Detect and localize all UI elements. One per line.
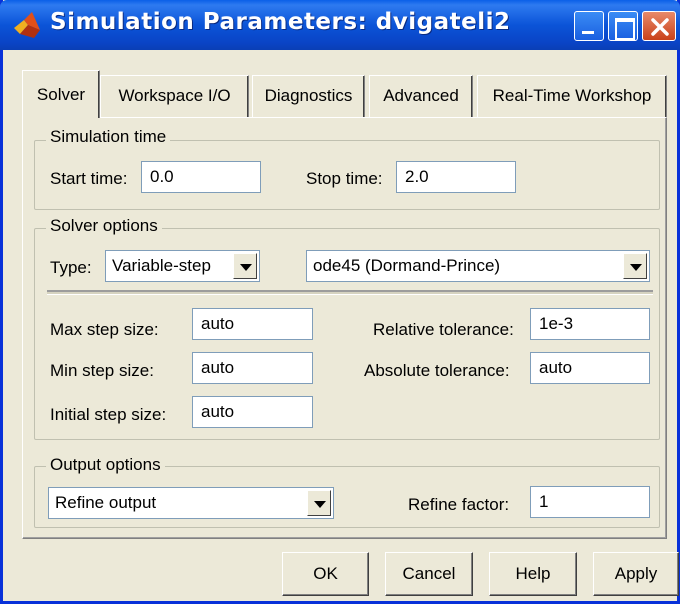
solver-value: ode45 (Dormand-Prince) [313, 256, 501, 275]
dialog-window: Simulation Parameters: dvigateli2 Solver… [0, 0, 680, 604]
minimize-icon[interactable] [574, 11, 604, 41]
title-bar[interactable]: Simulation Parameters: dvigateli2 [0, 0, 680, 50]
matlab-icon [14, 12, 40, 38]
help-button[interactable]: Help [489, 552, 577, 596]
tab-advanced[interactable]: Advanced [369, 75, 473, 117]
dropdown-arrow-icon[interactable] [233, 253, 257, 279]
refine-factor-label: Refine factor: [408, 495, 510, 514]
simulation-time-legend: Simulation time [46, 127, 171, 147]
absolute-tolerance-input[interactable]: auto [530, 352, 650, 384]
ok-button[interactable]: OK [282, 552, 369, 596]
tab-real-time-workshop[interactable]: Real-Time Workshop [477, 75, 667, 117]
close-icon[interactable] [642, 11, 676, 41]
type-label: Type: [50, 258, 92, 277]
max-step-input[interactable]: auto [192, 308, 313, 340]
min-step-input[interactable]: auto [192, 352, 313, 384]
solver-options-legend: Solver options [46, 216, 162, 236]
start-time-label: Start time: [50, 169, 128, 188]
dropdown-arrow-icon[interactable] [623, 253, 647, 279]
stop-time-input[interactable]: 2.0 [396, 161, 516, 193]
output-options-value: Refine output [55, 493, 157, 512]
tab-workspace-io[interactable]: Workspace I/O [100, 75, 249, 117]
start-time-input[interactable]: 0.0 [141, 161, 261, 193]
initial-step-input[interactable]: auto [192, 396, 313, 428]
relative-tolerance-label: Relative tolerance: [373, 320, 514, 339]
initial-step-label: Initial step size: [50, 405, 167, 424]
tab-diagnostics[interactable]: Diagnostics [252, 75, 365, 117]
solver-type-value: Variable-step [112, 256, 211, 275]
solver-select[interactable]: ode45 (Dormand-Prince) [306, 250, 650, 282]
output-options-legend: Output options [46, 455, 165, 475]
cancel-button[interactable]: Cancel [385, 552, 473, 596]
min-step-label: Min step size: [50, 361, 154, 380]
relative-tolerance-input[interactable]: 1e-3 [530, 308, 650, 340]
solver-separator [47, 290, 653, 295]
max-step-label: Max step size: [50, 320, 159, 339]
window-title: Simulation Parameters: dvigateli2 [50, 9, 511, 35]
refine-factor-input[interactable]: 1 [530, 486, 650, 518]
output-options-select[interactable]: Refine output [48, 487, 334, 519]
tab-solver[interactable]: Solver [22, 70, 100, 118]
solver-type-select[interactable]: Variable-step [105, 250, 260, 282]
apply-button[interactable]: Apply [593, 552, 679, 596]
stop-time-label: Stop time: [306, 169, 383, 188]
dropdown-arrow-icon[interactable] [307, 490, 331, 516]
maximize-icon[interactable] [608, 11, 638, 41]
absolute-tolerance-label: Absolute tolerance: [364, 361, 510, 380]
